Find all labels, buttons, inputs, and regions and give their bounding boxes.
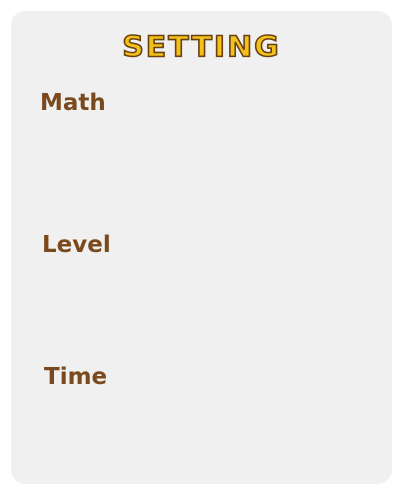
settings-panel: SETTING Math Level Time — [11, 11, 392, 484]
section-label-math: Math — [40, 90, 106, 116]
section-label-level: Level — [42, 232, 111, 258]
section-label-time: Time — [44, 364, 108, 390]
settings-title: SETTING — [121, 30, 281, 65]
